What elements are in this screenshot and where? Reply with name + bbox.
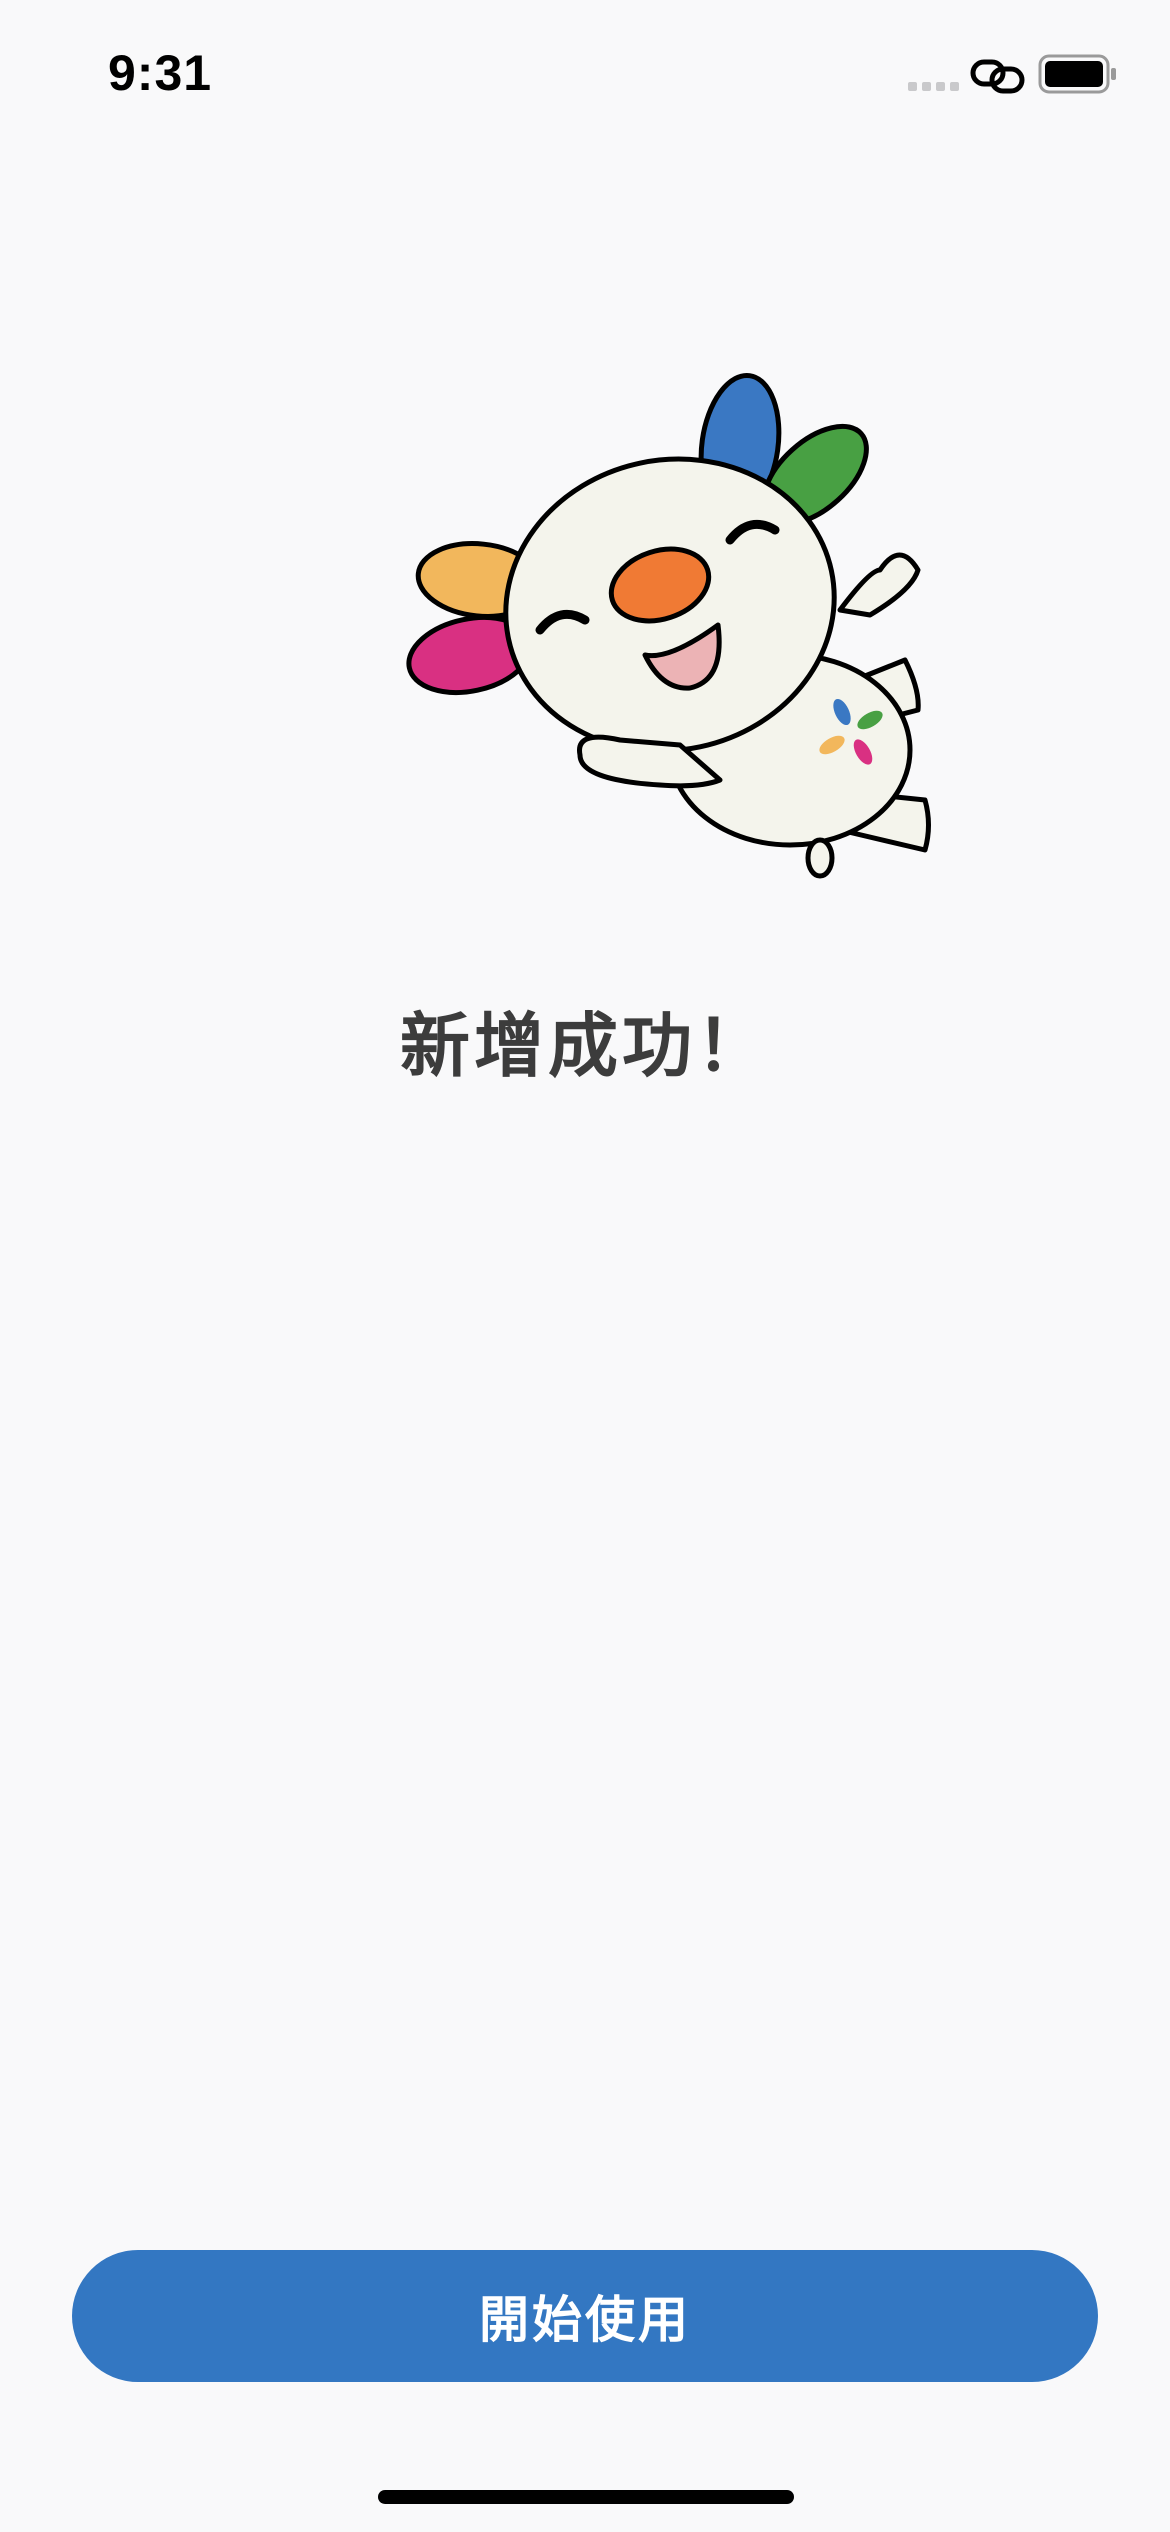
home-indicator[interactable] <box>378 2490 794 2504</box>
mascot-illustration <box>406 372 931 879</box>
link-icon <box>970 59 1025 94</box>
success-title: 新增成功！ <box>400 1005 770 1087</box>
status-bar: 9:31 <box>0 0 1170 150</box>
start-using-button[interactable]: 開始使用 <box>72 2250 1098 2382</box>
status-time: 9:31 <box>108 45 213 101</box>
battery-icon <box>1038 54 1116 94</box>
